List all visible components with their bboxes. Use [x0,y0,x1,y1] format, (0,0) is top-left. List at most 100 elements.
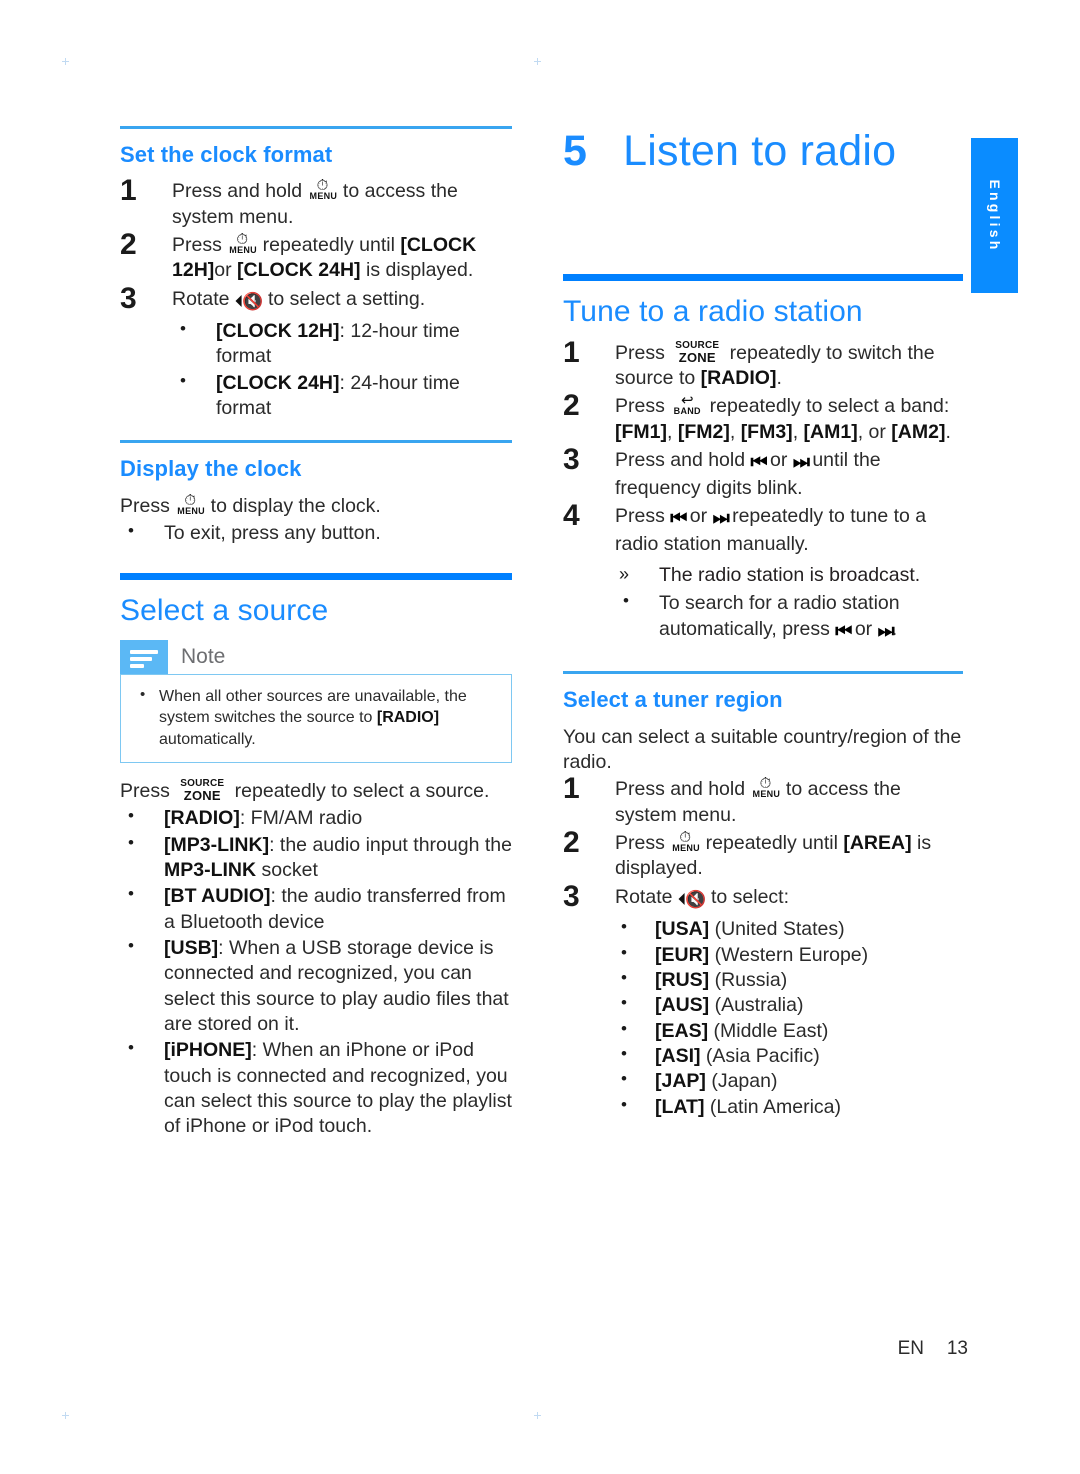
steps-tune-station: 1 Press SOURCE ZONE repeatedly to switch t… [563,335,963,557]
text-run: . [891,617,898,640]
display-value: [iPHONE] [164,1039,252,1062]
text-run: Press [120,779,176,802]
bullet-item: • [USB]: When a USB storage device is con… [120,936,512,1037]
display-value: [USB] [164,936,219,959]
display-clock-instruction: Press ⏱ MENU to display the clock. [120,491,512,519]
step-result-text: The radio station is broadcast. [659,564,921,587]
note-box: Note • When all other sources are unavail… [120,640,512,763]
text-run: , [729,420,741,443]
text-run: , [667,420,678,443]
tuner-region-intro: You can select a suitable country/region… [563,725,962,774]
bullet-text: (Russia) [709,968,788,991]
bullet-text: socket [256,858,318,881]
menu-button-icon: ⏱ MENU [177,491,205,516]
bullet-text: (Latin America) [704,1095,842,1118]
step-number: 3 [120,281,137,315]
display-value: [CLOCK 12H] [216,320,340,343]
crop-mark-icon [62,58,69,65]
bullet-item: • [LAT] (Latin America) [613,1095,963,1120]
text-run: repeatedly to select a band: [704,395,950,418]
step-item: 3 Rotate ⏴🔇 to select: [563,881,963,911]
text-run: Press and hold [172,180,308,203]
previous-track-icon: ⏮ [750,451,768,473]
display-value: [AM1] [803,420,858,443]
text-run: Rotate [615,885,678,908]
display-value: [FM2] [677,420,730,443]
source-zone-button-icon: SOURCE ZONE [675,339,720,365]
step-item: 1 Press SOURCE ZONE repeatedly to switch t… [563,335,963,392]
manual-page: Set the clock format 1 Press and hold ⏱ ME… [0,0,1080,1474]
step-text: Rotate ⏴🔇 to select: [615,885,789,909]
bullet-icon: • [621,993,627,1013]
menu-button-icon: ⏱ MENU [752,775,781,800]
display-value: [CLOCK 24H] [237,259,361,282]
bullet-icon: • [621,1069,627,1089]
display-value: [RADIO] [376,709,440,727]
step-item: 3 Press and hold ⏮ or ⏭ until the frequen… [563,442,963,501]
note-body: • When all other sources are unavailable,… [120,674,512,763]
bullet-item: • [CLOCK 12H]: 12-hour time format [172,319,512,370]
display-value: [RADIO] [700,366,777,389]
note-header: Note [120,640,512,675]
text-run: , [792,420,804,443]
text-run: Press [172,233,228,256]
step-item: 1 Press and hold ⏱ MENU to access the syst… [563,772,963,828]
bullet-text: (Asia Pacific) [700,1044,820,1067]
text-run: or [849,617,878,640]
display-value: [JAP] [655,1070,706,1093]
display-value: [AUS] [655,994,710,1017]
display-value: [USA] [655,918,710,941]
step-text: Press ↩ BAND repeatedly to select a band:… [615,393,951,443]
crop-mark-icon [62,1412,69,1419]
bullet-item: • [RUS] (Russia) [613,968,963,993]
bullets-region-list: • [USA] (United States) • [EUR] (Western Eu… [613,917,963,1120]
step-text: Press and hold ⏱ MENU to access the syste… [172,178,458,227]
bullet-icon: • [621,1018,627,1038]
chapter-name: Listen to radio [623,127,897,175]
bullet-icon: • [128,806,134,826]
step-number: 1 [563,772,580,806]
step-number: 1 [563,335,580,369]
bullet-item: • [EUR] (Western Europe) [613,943,963,968]
note-label: Note [181,645,226,669]
bullet-item: • [RADIO]: FM/AM radio [120,806,512,831]
display-value: [LAT] [655,1095,705,1118]
display-value: [BT AUDIO] [164,885,271,908]
text-run: Press [615,832,671,855]
step-text: Press ⏮ or ⏭ repeatedly to tune to a rad… [615,505,926,555]
bullet-icon: • [128,884,134,904]
step-item: 2 Press ⏱ MENU repeatedly until [AREA] is … [563,826,963,882]
step-number: 3 [563,442,580,476]
step-text: Press and hold ⏱ MENU to access the syste… [615,775,901,825]
step-number: 4 [563,499,580,532]
heading-set-clock-format: Set the clock format [120,142,333,167]
next-track-icon: ⏭ [712,508,730,529]
bullet-text: (Japan) [705,1070,778,1093]
display-value: [FM1] [615,420,667,443]
previous-track-icon: ⏮ [835,620,852,642]
bullet-item: • [ASI] (Asia Pacific) [613,1044,963,1069]
bullet-icon: • [621,1094,627,1114]
text-run: or [684,505,713,527]
text-run: . [776,366,782,389]
step-number: 1 [120,174,137,208]
bullet-icon: • [621,942,627,962]
step-number: 2 [563,826,580,860]
display-value: [AREA] [843,832,912,855]
bullet-text: : the audio input through the [269,833,512,856]
heading-select-a-tuner-region: Select a tuner region [563,687,783,713]
step-item: 2 Press ↩ BAND repeatedly to select a band… [563,391,963,445]
chapter-title: 5 Listen to radio [563,130,963,173]
text-run: or [764,448,793,471]
section-rule-major [120,573,512,581]
language-tab: English [971,138,1018,293]
step-item: 1 Press and hold ⏱ MENU to access the syst… [120,174,512,230]
text-run: to select a setting. [262,287,426,310]
text-run: Press [615,395,671,418]
text-run: repeatedly to select a source. [229,779,490,802]
section-rule-major [563,274,963,281]
power-mute-knob-icon: ⏴🔇 [234,291,264,311]
bullet-icon: • [623,591,629,611]
crop-mark-icon [534,58,541,65]
step-item: 2 Press ⏱ MENU repeatedly until [CLOCK 12H… [120,229,512,284]
